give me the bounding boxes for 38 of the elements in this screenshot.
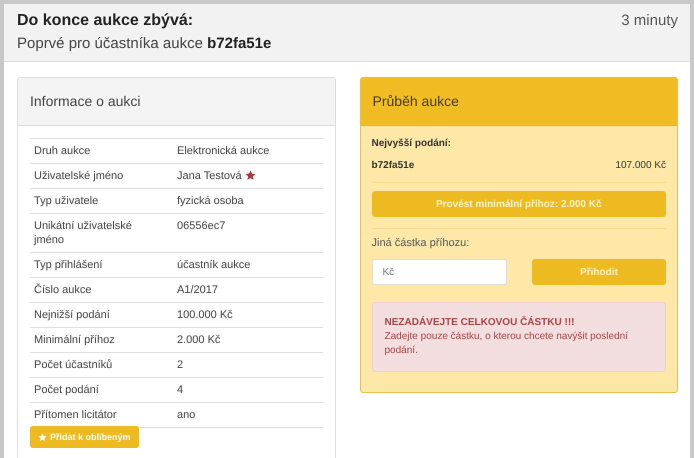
- amount-field[interactable]: Kč: [372, 259, 506, 285]
- warning-text: Zadejte pouze částku, o kterou chcete navýšit poslední podání.: [384, 330, 629, 358]
- star-icon: [38, 432, 47, 442]
- first-bidder-text: Poprvé pro účastníka aukce b72fa51e: [17, 35, 272, 52]
- table-cell-text: Typ uživatele: [34, 194, 100, 208]
- table-cell-text: Minimální příhoz: [34, 333, 116, 347]
- table-cell: 4: [177, 383, 184, 397]
- highest-bid-amount: 107.000 Kč: [615, 160, 666, 171]
- warning-title: NEZADÁVEJTE CELKOVOU ČÁSTKU !!!: [384, 316, 576, 330]
- table-cell-text: Nejnižší podání: [34, 308, 111, 322]
- table-cell-text: Druh aukce: [34, 144, 92, 158]
- table-cell: 2.000 Kč: [177, 333, 220, 347]
- add-to-favorites-button[interactable]: Přidat k oblíbeným: [30, 426, 139, 448]
- table-cell: fyzická osoba: [177, 194, 244, 208]
- table-cell: Elektronická aukce: [177, 144, 270, 158]
- bid-button[interactable]: Přihodit: [532, 259, 666, 285]
- other-amount-label: Jiná částka příhozu:: [372, 237, 470, 249]
- table-cell: 100.000 Kč: [177, 308, 233, 322]
- table-cell: 2: [177, 358, 184, 372]
- countdown-title: Do konce aukce zbývá:: [17, 12, 194, 30]
- panel-title: Informace o aukci: [30, 93, 140, 109]
- table-cell: účastník aukce: [177, 258, 250, 272]
- table-cell-text: Uživatelské jméno: [34, 169, 124, 183]
- minimum-bid-button[interactable]: Provést minimální příhoz: 2.000 Kč: [372, 191, 666, 217]
- highest-bidder: b72fa51e: [372, 160, 414, 171]
- table-cell-text: Typ přihlášení: [34, 258, 104, 272]
- table-cell-text: Číslo aukce: [34, 283, 92, 297]
- highest-bid-label: Nejvyšší podání:: [372, 138, 452, 149]
- table-cell-text: Počet účastníků: [34, 358, 114, 372]
- table-cell: Jana Testová: [177, 169, 242, 183]
- table-cell: ano: [177, 408, 196, 422]
- table-cell-text: Přítomen licitátor: [34, 408, 118, 422]
- table-cell-text: Počet podání: [34, 383, 100, 397]
- panel-title: Průběh aukce: [372, 93, 459, 109]
- table-cell-text: Unikátní uživatelské jméno: [34, 219, 133, 247]
- time-left: 3 minuty: [621, 12, 678, 31]
- table-cell: A1/2017: [177, 283, 218, 297]
- table-cell: 06556ec7: [177, 219, 226, 233]
